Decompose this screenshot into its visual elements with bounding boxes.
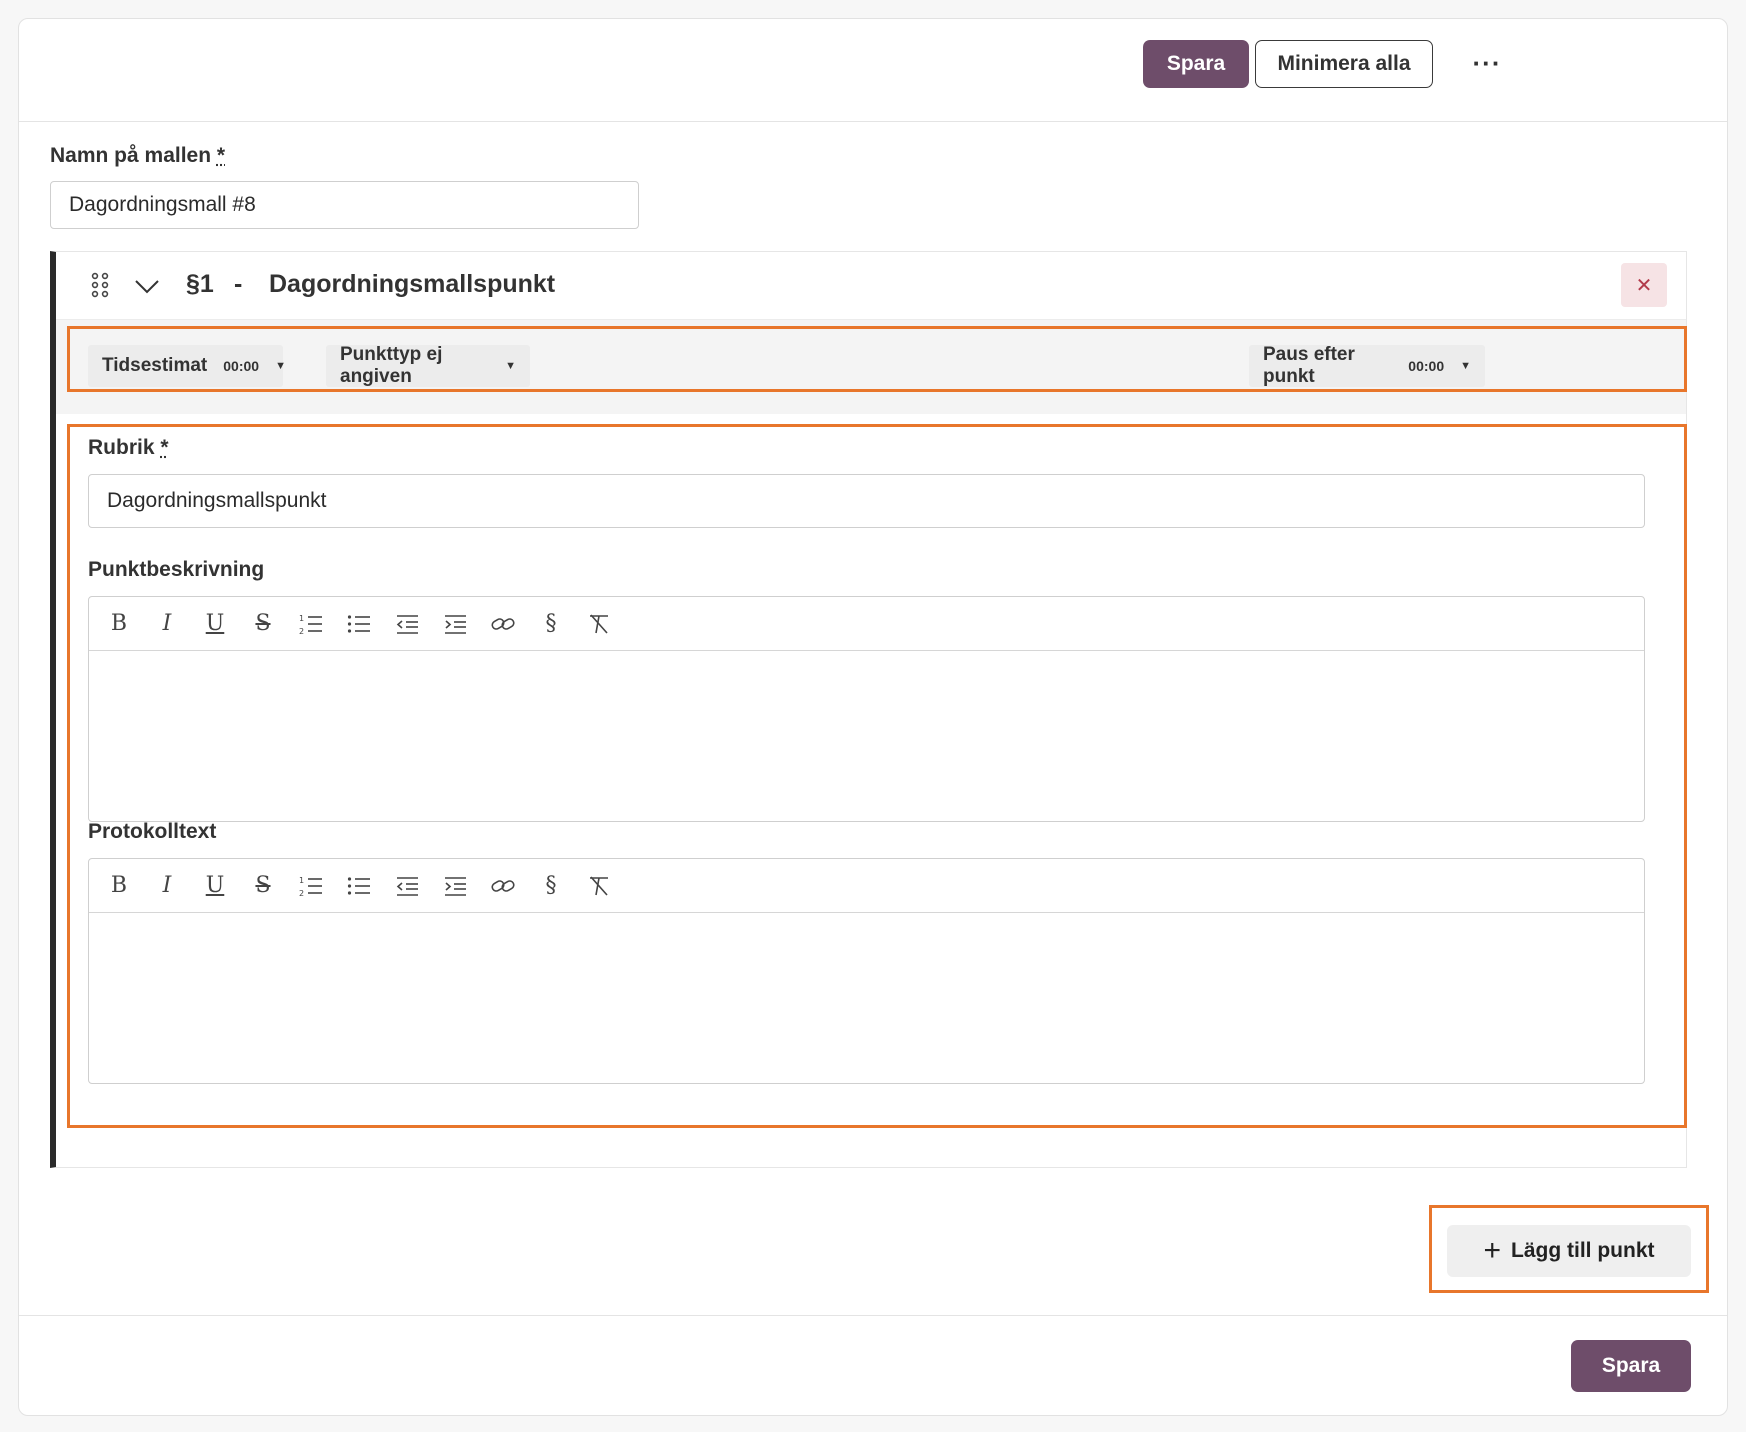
agenda-item-separator: - [234, 270, 243, 298]
drag-handle-icon[interactable] [90, 272, 110, 298]
agenda-item: §1 - Dagordningsmallspunkt ✕ Tidsestimat… [50, 251, 1687, 1168]
remove-item-button[interactable]: ✕ [1621, 263, 1667, 307]
footer-bar: Spara [19, 1315, 1727, 1417]
agenda-item-number: §1 [186, 270, 214, 298]
required-mark: * [216, 144, 226, 167]
top-toolbar: Spara Minimera alla ··· [19, 19, 1727, 122]
template-name-label: Namn på mallen * [50, 144, 225, 168]
minimize-all-button[interactable]: Minimera alla [1255, 40, 1433, 88]
template-name-label-text: Namn på mallen [50, 144, 212, 167]
chevron-down-icon[interactable] [134, 274, 160, 298]
highlight-body [67, 424, 1687, 1128]
agenda-item-title: Dagordningsmallspunkt [269, 270, 556, 298]
template-editor-card: Spara Minimera alla ··· Namn på mallen *… [18, 18, 1728, 1416]
highlight-meta-row [67, 326, 1687, 392]
agenda-item-header: §1 - Dagordningsmallspunkt ✕ [56, 252, 1686, 320]
more-options-button[interactable]: ··· [1459, 43, 1515, 83]
save-button[interactable]: Spara [1143, 40, 1249, 88]
template-name-input[interactable] [50, 181, 639, 229]
footer-save-button[interactable]: Spara [1571, 1340, 1691, 1392]
highlight-add-point [1429, 1205, 1709, 1293]
close-icon: ✕ [1635, 274, 1653, 297]
